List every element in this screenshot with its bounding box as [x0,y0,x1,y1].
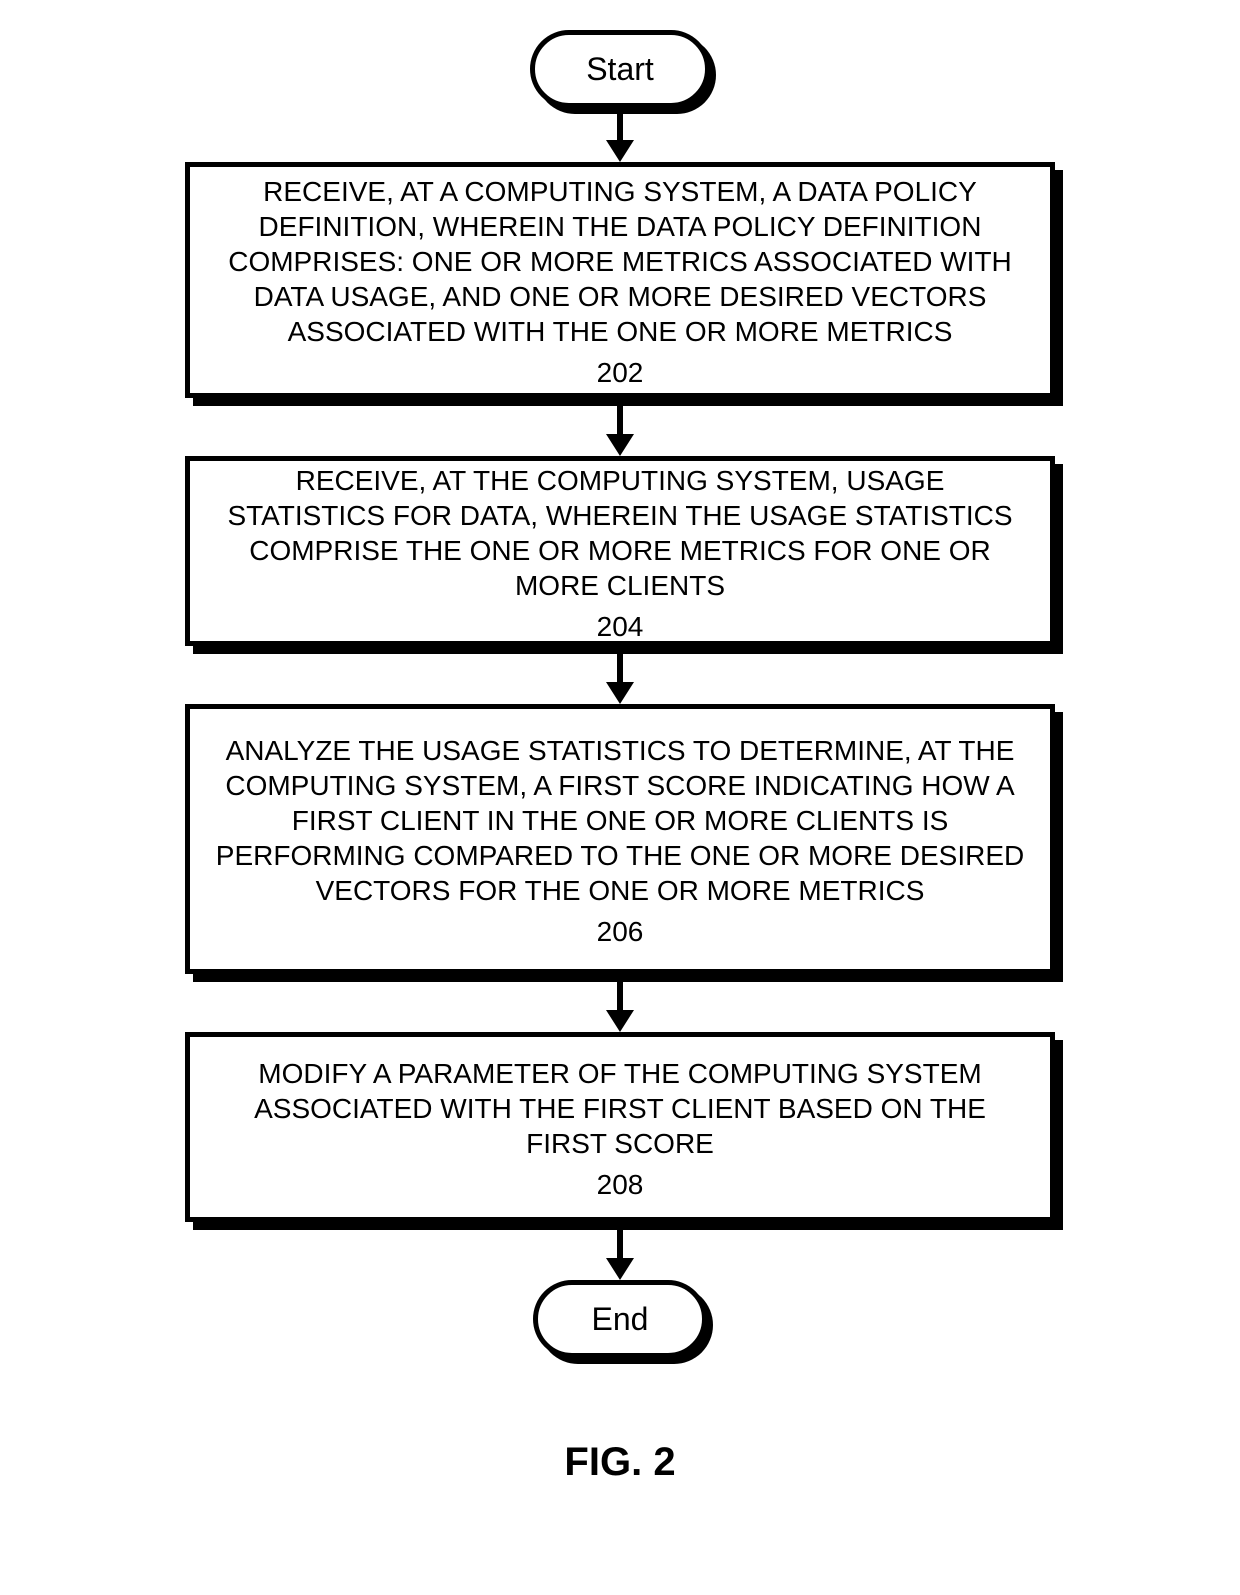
process-step-208: MODIFY A PARAMETER OF THE COMPUTING SYST… [185,1032,1055,1222]
arrow-stem [617,1230,623,1258]
process-box: RECEIVE, AT A COMPUTING SYSTEM, A DATA P… [185,162,1055,398]
process-text: RECEIVE, AT THE COMPUTING SYSTEM, USAGE … [214,463,1026,603]
terminator-end-label: End [592,1301,649,1338]
process-box: MODIFY A PARAMETER OF THE COMPUTING SYST… [185,1032,1055,1222]
process-step-204: RECEIVE, AT THE COMPUTING SYSTEM, USAGE … [185,456,1055,646]
process-text: MODIFY A PARAMETER OF THE COMPUTING SYST… [214,1056,1026,1161]
terminator-start-shape: Start [530,30,710,108]
arrow-head-icon [606,1258,634,1280]
connector-arrow [606,1230,634,1280]
process-step-206: ANALYZE THE USAGE STATISTICS TO DETERMIN… [185,704,1055,974]
process-ref: 202 [597,355,644,390]
connector-arrow [606,654,634,704]
arrow-stem [617,112,623,140]
process-text: ANALYZE THE USAGE STATISTICS TO DETERMIN… [214,733,1026,908]
arrow-head-icon [606,682,634,704]
arrow-head-icon [606,1010,634,1032]
figure-label: FIG. 2 [564,1440,675,1485]
process-ref: 204 [597,609,644,644]
process-ref: 208 [597,1167,644,1202]
arrow-head-icon [606,140,634,162]
process-text: RECEIVE, AT A COMPUTING SYSTEM, A DATA P… [214,174,1026,349]
connector-arrow [606,112,634,162]
arrow-stem [617,406,623,434]
arrow-stem [617,654,623,682]
terminator-end: End [533,1280,707,1358]
process-step-202: RECEIVE, AT A COMPUTING SYSTEM, A DATA P… [185,162,1055,398]
flowchart-canvas: Start RECEIVE, AT A COMPUTING SYSTEM, A … [0,0,1240,1595]
process-ref: 206 [597,914,644,949]
terminator-start-label: Start [586,51,654,88]
arrow-head-icon [606,434,634,456]
connector-arrow [606,406,634,456]
process-box: RECEIVE, AT THE COMPUTING SYSTEM, USAGE … [185,456,1055,646]
process-box: ANALYZE THE USAGE STATISTICS TO DETERMIN… [185,704,1055,974]
arrow-stem [617,982,623,1010]
connector-arrow [606,982,634,1032]
terminator-start: Start [530,30,710,108]
terminator-end-shape: End [533,1280,707,1358]
